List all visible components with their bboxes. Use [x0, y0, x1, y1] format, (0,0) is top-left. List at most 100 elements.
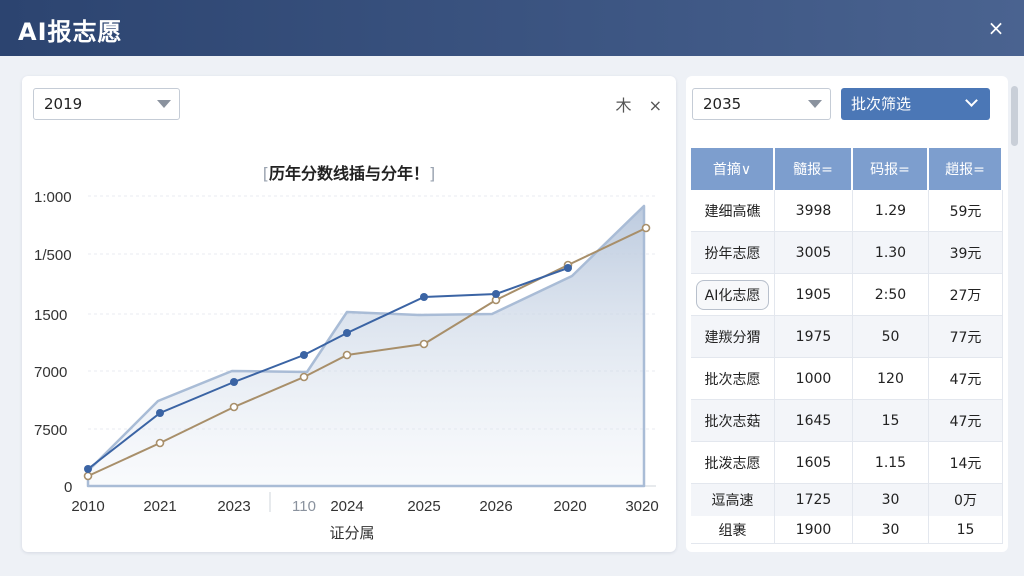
x-tick-label: 2023	[217, 498, 250, 515]
batch-filter-label: 批次筛选	[851, 95, 912, 113]
x-tick-label: 2024	[330, 498, 363, 515]
row-score: 1000	[775, 358, 853, 400]
row-fee: 15	[929, 516, 1003, 544]
row-score: 1975	[775, 316, 853, 358]
chevron-down-icon	[965, 94, 978, 107]
row-rate: 15	[853, 400, 929, 442]
y-tick-label: 0	[64, 479, 72, 496]
x-tick-label: 2026	[479, 498, 512, 515]
row-fee: 77元	[929, 316, 1003, 358]
series-a-point	[84, 465, 92, 473]
x-tick-label: 2021	[143, 498, 176, 515]
row-score: 1645	[775, 400, 853, 442]
series-b-point	[299, 372, 309, 382]
x-tick-label: 2020	[553, 498, 586, 515]
row-fee: 47元	[929, 400, 1003, 442]
y-tick-label: 1:000	[34, 189, 72, 206]
row-rate: 50	[853, 316, 929, 358]
row-score: 1725	[775, 484, 853, 516]
row-score: 3998	[775, 190, 853, 232]
x-axis-label: 证分属	[329, 525, 374, 542]
table-row[interactable]: 建细高礁 3998 1.29 59元	[691, 190, 1003, 232]
results-table: 首摘∨ 髓报= 码报= 趙报= 建细高礁 3998 1.29 59元 扮年志愿 …	[691, 148, 1003, 544]
column-header[interactable]: 趙报=	[929, 148, 1003, 190]
series-a-point	[300, 351, 308, 359]
series-a-point	[492, 290, 500, 298]
row-rate: 30	[853, 516, 929, 544]
table-row[interactable]: AI化志愿 1905 2:50 27万	[691, 274, 1003, 316]
series-a-point	[420, 293, 428, 301]
series-a-point	[564, 264, 572, 272]
row-rate: 1.15	[853, 442, 929, 484]
row-fee: 47元	[929, 358, 1003, 400]
series-b-point	[229, 402, 239, 412]
row-name: 扮年志愿	[691, 232, 775, 274]
column-header-sortable[interactable]: 首摘∨	[691, 148, 775, 190]
series-a-point	[230, 378, 238, 386]
table-row[interactable]: 批次志愿 1000 120 47元	[691, 358, 1003, 400]
column-header[interactable]: 髓报=	[775, 148, 853, 190]
row-name: 组裹	[691, 516, 775, 544]
row-rate: 1.30	[853, 232, 929, 274]
x-tick-labels: 2010 2021 2023 110 2024 2025 2026 2020 3…	[71, 498, 658, 515]
year-filter-select[interactable]: 2035	[692, 88, 831, 120]
table-row[interactable]: 批泼志愿 1605 1.15 14元	[691, 442, 1003, 484]
row-name: AI化志愿	[691, 274, 775, 316]
x-tick-label: 2010	[71, 498, 104, 515]
chevron-down-icon	[808, 100, 822, 108]
row-name: 批泼志愿	[691, 442, 775, 484]
series-b-point	[419, 339, 429, 349]
series-a-point	[156, 409, 164, 417]
table-row[interactable]: 批次志菇 1645 15 47元	[691, 400, 1003, 442]
y-tick-label: 7500	[34, 422, 67, 439]
row-fee: 59元	[929, 190, 1003, 232]
series-b-point	[83, 471, 93, 481]
row-fee: 39元	[929, 232, 1003, 274]
y-tick-label: 7000	[34, 364, 67, 381]
row-name: 批次志菇	[691, 400, 775, 442]
results-panel: 2035 批次筛选 首摘∨ 髓报= 码报= 趙报= 建细高礁 3998 1.29	[686, 76, 1008, 552]
column-header[interactable]: 码报=	[853, 148, 929, 190]
row-rate: 1.29	[853, 190, 929, 232]
row-name: 建羰分猬	[691, 316, 775, 358]
series-b-point	[342, 350, 352, 360]
table-row[interactable]: 扮年志愿 3005 1.30 39元	[691, 232, 1003, 274]
row-fee: 0万	[929, 484, 1003, 516]
title-bar: AI报志愿 ×	[0, 0, 1024, 56]
close-icon[interactable]: ×	[984, 16, 1008, 40]
app-window: AI报志愿 × 2019 木 × [历年分数线插与分年！] 1:000 1/50…	[0, 0, 1024, 576]
area-fill	[86, 204, 646, 488]
y-tick-labels: 1:000 1/500 1500 7000 7500 0	[34, 189, 72, 496]
row-name: 逗高速	[691, 484, 775, 516]
year-filter-value: 2035	[703, 95, 742, 113]
row-score: 3005	[775, 232, 853, 274]
table-row[interactable]: 建羰分猬 1975 50 77元	[691, 316, 1003, 358]
row-score: 1605	[775, 442, 853, 484]
x-tick-label: 2025	[407, 498, 440, 515]
row-name: 建细高礁	[691, 190, 775, 232]
x-tick-label: 3020	[625, 498, 658, 515]
y-tick-label: 1/500	[34, 247, 72, 264]
chart-card: 2019 木 × [历年分数线插与分年！] 1:000 1/500 1500 7…	[22, 76, 676, 552]
table-row[interactable]: 组裹 1900 30 15	[691, 516, 1003, 544]
row-rate: 2:50	[853, 274, 929, 316]
table-header-row: 首摘∨ 髓报= 码报= 趙报=	[691, 148, 1003, 190]
scrollbar-thumb[interactable]	[1011, 86, 1018, 146]
y-tick-label: 1500	[34, 307, 67, 324]
window-title: AI报志愿	[18, 18, 123, 46]
series-a-point	[343, 329, 351, 337]
batch-filter-button[interactable]: 批次筛选	[841, 88, 990, 120]
row-rate: 120	[853, 358, 929, 400]
row-name: 批次志愿	[691, 358, 775, 400]
table-row[interactable]: 逗高速 1725 30 0万	[691, 484, 1003, 516]
row-fee: 27万	[929, 274, 1003, 316]
row-rate: 30	[853, 484, 929, 516]
series-b-point	[155, 438, 165, 448]
series-b-point	[641, 223, 651, 233]
x-tick-label: 110	[292, 498, 316, 515]
ai-volunteer-button[interactable]: AI化志愿	[695, 279, 770, 310]
line-chart: 1:000 1/500 1500 7000 7500 0 2010 2021 2…	[34, 189, 659, 542]
row-fee: 14元	[929, 442, 1003, 484]
row-score: 1900	[775, 516, 853, 544]
row-score: 1905	[775, 274, 853, 316]
